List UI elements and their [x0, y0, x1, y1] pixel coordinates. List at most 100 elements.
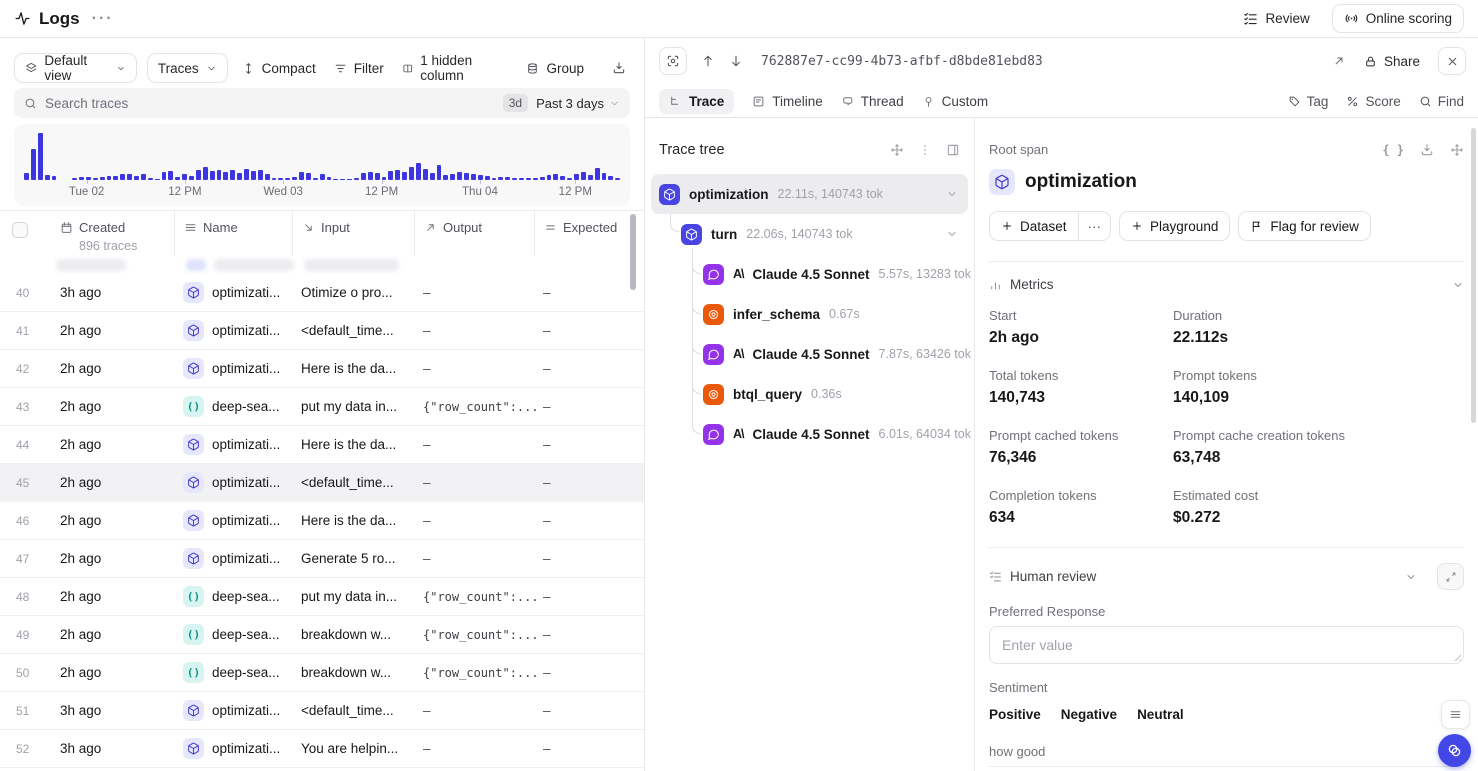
histogram-bar	[31, 149, 36, 180]
cell-name: optimizati...	[183, 282, 301, 303]
table-row[interactable]: 403h agooptimizati...Otimize o pro...––	[0, 274, 644, 312]
pan-icon[interactable]	[890, 143, 904, 157]
next-trace-button[interactable]	[729, 54, 743, 68]
human-review-section-header[interactable]: Human review	[989, 563, 1464, 590]
trace-tabs: Trace Timeline Thread Custom Tag Score	[645, 84, 1478, 118]
table-scrollbar[interactable]	[630, 214, 636, 290]
move-panel-icon[interactable]	[1450, 143, 1464, 157]
histogram-bar	[608, 176, 613, 180]
tab-trace[interactable]: Trace	[659, 89, 734, 114]
column-header-output[interactable]: Output	[414, 211, 543, 256]
download-span-icon[interactable]	[1420, 143, 1434, 157]
open-playground-button[interactable]: Playground	[1119, 211, 1230, 241]
span-detail-panel: Root span { } optimization Dataset ···	[975, 118, 1478, 771]
previous-trace-button[interactable]	[701, 54, 715, 68]
table-row[interactable]: 422h agooptimizati...Here is the da...––	[0, 350, 644, 388]
box-icon	[187, 552, 200, 565]
trace-histogram[interactable]: Tue 0212 PMWed 0312 PMThu 0412 PM	[14, 124, 630, 206]
tree-options-icon[interactable]	[918, 143, 932, 157]
table-row[interactable]: 442h agooptimizati...Here is the da...––	[0, 426, 644, 464]
columns-icon	[402, 62, 414, 75]
preferred-response-input[interactable]: Enter value	[989, 626, 1464, 664]
row-number: 51	[12, 704, 60, 718]
online-scoring-button[interactable]: Online scoring	[1332, 4, 1464, 33]
trace-tree-row[interactable]: A\Claude 4.5 Sonnet7.87s, 63426 tok	[651, 334, 968, 374]
table-row[interactable]: 502h ago()deep-sea...breakdown w...{"row…	[0, 654, 644, 692]
traces-panel: Default view Traces Compact Filter 1 hid…	[0, 38, 645, 771]
tab-custom[interactable]: Custom	[922, 94, 989, 109]
histogram-bar	[471, 174, 476, 180]
row-number: 45	[12, 476, 60, 490]
trace-tree-row[interactable]: A\Claude 4.5 Sonnet5.57s, 13283 tok	[651, 254, 968, 294]
review-button[interactable]: Review	[1243, 11, 1309, 26]
sentiment-option-neutral[interactable]: Neutral	[1137, 707, 1184, 722]
open-external-icon[interactable]	[1332, 54, 1346, 68]
cell-output: {"row_count":...	[423, 400, 543, 414]
table-row[interactable]: 452h agooptimizati...<default_time...––	[0, 464, 644, 502]
table-row[interactable]: 472h agooptimizati...Generate 5 ro...––	[0, 540, 644, 578]
table-row[interactable]: 492h ago()deep-sea...breakdown w...{"row…	[0, 616, 644, 654]
find-button[interactable]: Find	[1419, 94, 1464, 109]
add-to-dataset-button[interactable]: Dataset ···	[989, 211, 1111, 241]
function-icon: ()	[183, 396, 204, 417]
tag-button[interactable]: Tag	[1288, 94, 1329, 109]
metric-value: 2h ago	[989, 329, 1173, 347]
axis-tick	[87, 180, 88, 184]
sentiment-option-positive[interactable]: Positive	[989, 707, 1041, 722]
histogram-bar	[148, 178, 153, 180]
collapse-chevron[interactable]	[946, 228, 958, 240]
trace-tree-row[interactable]: A\Claude 4.5 Sonnet6.01s, 64034 tok	[651, 414, 968, 454]
table-row[interactable]: 523h agooptimizati...You are helpin...––	[0, 730, 644, 768]
box-icon	[187, 704, 200, 717]
histogram-bar	[320, 174, 325, 180]
cell-expected: –	[543, 589, 632, 604]
column-header-name[interactable]: Name	[174, 211, 301, 256]
quick-menu-button[interactable]	[1441, 700, 1470, 729]
select-all-checkbox[interactable]	[12, 222, 28, 238]
column-header-input[interactable]: Input	[292, 211, 423, 256]
compact-toggle[interactable]: Compact	[238, 61, 320, 76]
collapse-panel-icon[interactable]	[946, 143, 960, 157]
table-row[interactable]: 482h ago()deep-sea...put my data in...{"…	[0, 578, 644, 616]
tab-thread[interactable]: Thread	[841, 94, 904, 109]
trace-tree-row[interactable]: infer_schema0.67s	[651, 294, 968, 334]
column-header-created[interactable]: Created 896 traces	[60, 211, 183, 256]
hidden-columns-button[interactable]: 1 hidden column	[398, 53, 513, 83]
table-row[interactable]: 462h agooptimizati...Here is the da...––	[0, 502, 644, 540]
focus-span-button[interactable]	[659, 47, 687, 75]
layers-icon	[25, 61, 37, 75]
filter-button[interactable]: Filter	[330, 61, 388, 76]
resize-handle[interactable]	[1452, 652, 1461, 661]
collapse-chevron[interactable]	[946, 188, 958, 200]
trace-tree-row[interactable]: optimization22.11s, 140743 tok	[651, 174, 968, 214]
close-panel-button[interactable]	[1438, 47, 1466, 75]
llm-span-icon	[703, 344, 724, 365]
dataset-more-button[interactable]: ···	[1078, 212, 1111, 240]
tab-timeline[interactable]: Timeline	[752, 94, 823, 109]
sentiment-option-negative[interactable]: Negative	[1061, 707, 1117, 722]
histogram-bar	[375, 173, 380, 180]
histogram-bar	[430, 173, 435, 180]
detail-scrollbar[interactable]	[1471, 128, 1476, 423]
trace-tree-rows: optimization22.11s, 140743 tokturn22.06s…	[651, 174, 968, 454]
view-selector[interactable]: Default view	[14, 53, 137, 83]
assistant-fab[interactable]	[1438, 734, 1471, 767]
search-input[interactable]: Search traces 3d Past 3 days	[14, 88, 630, 118]
export-button[interactable]	[608, 61, 630, 75]
date-range-selector[interactable]: Past 3 days	[536, 96, 620, 111]
trace-tree-row[interactable]: turn22.06s, 140743 tok	[651, 214, 968, 254]
view-json-icon[interactable]: { }	[1382, 143, 1404, 157]
traces-selector[interactable]: Traces	[147, 53, 228, 83]
share-button[interactable]: Share	[1364, 54, 1420, 69]
metrics-section-header[interactable]: Metrics	[989, 277, 1464, 292]
table-row[interactable]: 513h agooptimizati...<default_time...––	[0, 692, 644, 730]
page-menu-button[interactable]: ···	[92, 10, 114, 28]
trace-tree-row[interactable]: btql_query0.36s	[651, 374, 968, 414]
group-button[interactable]: Group	[522, 61, 588, 76]
flag-for-review-button[interactable]: Flag for review	[1238, 211, 1371, 241]
table-row[interactable]: 432h ago()deep-sea...put my data in...{"…	[0, 388, 644, 426]
score-button[interactable]: Score	[1346, 94, 1400, 109]
column-header-expected[interactable]: Expected	[534, 211, 632, 256]
expand-review-button[interactable]	[1437, 563, 1464, 590]
table-row[interactable]: 412h agooptimizati...<default_time...––	[0, 312, 644, 350]
